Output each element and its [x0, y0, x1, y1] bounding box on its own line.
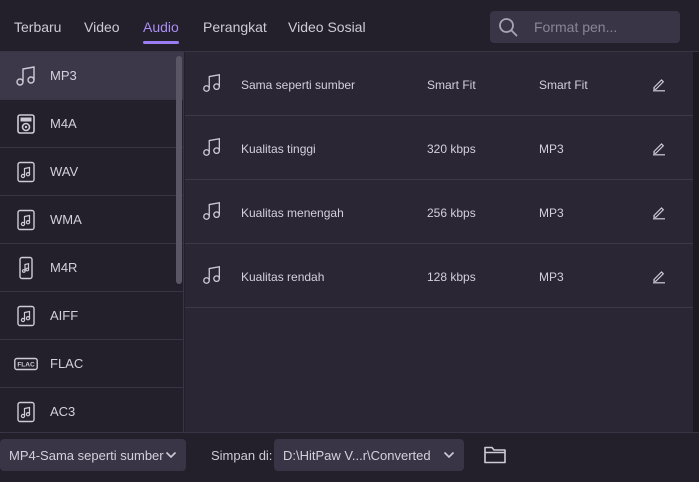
preset-format: MP3	[539, 270, 564, 284]
format-label: MP3	[50, 68, 77, 83]
preset-row[interactable]: Kualitas menengah 256 kbps MP3	[185, 180, 696, 244]
preset-format: MP3	[539, 206, 564, 220]
preset-row[interactable]: Sama seperti sumber Smart Fit Smart Fit	[185, 52, 696, 116]
tab-video[interactable]: Video	[84, 19, 120, 35]
format-list-scrollbar[interactable]	[176, 56, 182, 284]
save-path-value: D:\HitPaw V...r\Converted	[283, 448, 431, 463]
phone-music-icon	[19, 256, 33, 280]
edit-icon[interactable]	[651, 76, 667, 92]
music-file-icon	[17, 305, 35, 327]
chevron-down-icon	[165, 451, 177, 459]
preset-name: Kualitas menengah	[241, 206, 344, 220]
edit-icon[interactable]	[651, 204, 667, 220]
preset-name: Sama seperti sumber	[241, 78, 356, 92]
svg-text:FLAC: FLAC	[17, 362, 35, 369]
format-label: M4R	[50, 260, 78, 275]
format-item-wma[interactable]: WMA	[0, 196, 183, 244]
format-item-m4r[interactable]: M4R	[0, 244, 183, 292]
preset-quality: 128 kbps	[427, 270, 476, 284]
format-label: M4A	[50, 116, 77, 131]
music-file-icon	[17, 209, 35, 231]
preset-quality: 320 kbps	[427, 142, 476, 156]
music-note-icon	[203, 265, 220, 284]
preset-list-scrollbar[interactable]	[693, 52, 699, 432]
preset-row[interactable]: Kualitas rendah 128 kbps MP3	[185, 244, 696, 308]
tab-video-sosial[interactable]: Video Sosial	[288, 19, 366, 35]
output-format-value: MP4-Sama seperti sumber	[9, 448, 164, 463]
speaker-icon	[17, 114, 35, 134]
preset-list: Sama seperti sumber Smart Fit Smart Fit …	[185, 52, 696, 432]
chevron-down-icon	[443, 451, 455, 459]
preset-format: MP3	[539, 142, 564, 156]
preset-quality: Smart Fit	[427, 78, 476, 92]
preset-format: Smart Fit	[539, 78, 588, 92]
active-tab-indicator	[143, 41, 179, 44]
tab-audio[interactable]: Audio	[143, 19, 179, 35]
format-item-wav[interactable]: WAV	[0, 148, 183, 196]
format-tab-bar: Terbaru Video Audio Perangkat Video Sosi…	[0, 0, 699, 52]
music-file-icon	[17, 161, 35, 183]
format-item-m4a[interactable]: M4A	[0, 100, 183, 148]
music-note-icon	[203, 137, 220, 156]
music-note-icon	[16, 66, 35, 86]
preset-quality: 256 kbps	[427, 206, 476, 220]
tab-perangkat[interactable]: Perangkat	[203, 19, 267, 35]
edit-icon[interactable]	[651, 268, 667, 284]
format-search[interactable]	[490, 11, 680, 43]
format-label: WAV	[50, 164, 79, 179]
format-item-flac[interactable]: FLAC FLAC	[0, 340, 183, 388]
tab-terbaru[interactable]: Terbaru	[14, 19, 61, 35]
music-note-icon	[203, 201, 220, 220]
music-note-icon	[203, 73, 220, 92]
edit-icon[interactable]	[651, 140, 667, 156]
format-item-mp3[interactable]: MP3	[0, 52, 183, 100]
format-label: AIFF	[50, 308, 79, 323]
format-list: MP3 M4A WAV WMA M4R AIFF FLAC FLAC AC3	[0, 52, 184, 432]
format-item-aiff[interactable]: AIFF	[0, 292, 183, 340]
flac-badge-icon: FLAC	[14, 357, 38, 371]
preset-row[interactable]: Kualitas tinggi 320 kbps MP3	[185, 116, 696, 180]
save-path-dropdown[interactable]: D:\HitPaw V...r\Converted	[274, 439, 464, 471]
format-label: AC3	[50, 404, 76, 419]
search-icon	[499, 18, 518, 37]
output-format-dropdown[interactable]: MP4-Sama seperti sumber	[0, 439, 186, 471]
format-label: FLAC	[50, 356, 84, 371]
preset-name: Kualitas rendah	[241, 270, 325, 284]
format-label: WMA	[50, 212, 82, 227]
save-location-label: Simpan di:	[211, 448, 273, 463]
format-item-ac3[interactable]: AC3	[0, 388, 183, 432]
preset-name: Kualitas tinggi	[241, 142, 316, 156]
search-input[interactable]	[534, 11, 674, 43]
bottom-bar: MP4-Sama seperti sumber Simpan di: D:\Hi…	[0, 432, 699, 482]
music-file-icon	[17, 401, 35, 423]
open-folder-icon[interactable]	[483, 443, 507, 465]
